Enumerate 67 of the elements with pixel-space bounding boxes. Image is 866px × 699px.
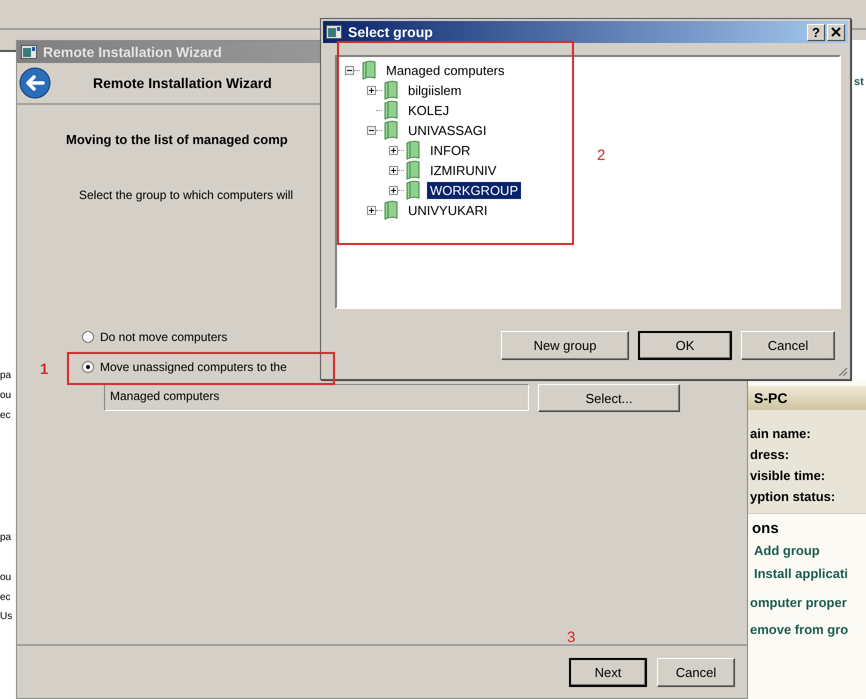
expander-icon[interactable]	[389, 186, 398, 194]
cut-text: ou	[0, 389, 12, 403]
book-icon	[382, 120, 400, 140]
expander-icon[interactable]	[367, 206, 376, 214]
cut-text: pa	[0, 531, 12, 545]
tree-item[interactable]: bilgiislem	[405, 82, 464, 98]
book-icon	[382, 100, 400, 120]
cut-text: st	[854, 76, 864, 88]
window-title: Remote Installation Wizard	[43, 44, 222, 60]
dialog-button[interactable]: OK	[638, 331, 732, 360]
computer-name-header: S-PC	[748, 386, 866, 410]
window-icon	[21, 45, 37, 59]
action-link[interactable]: Add group	[754, 543, 866, 558]
radio-button[interactable]	[82, 361, 94, 373]
field-label: dress:	[750, 446, 790, 464]
page-heading: Moving to the list of managed comp	[66, 132, 288, 147]
cut-text: pa	[0, 369, 12, 383]
close-icon[interactable]	[831, 27, 841, 37]
radio-option[interactable]: Move unassigned computers to the	[82, 360, 287, 374]
expander-icon[interactable]	[389, 166, 398, 174]
book-icon	[404, 160, 422, 180]
next-button[interactable]: Next	[569, 658, 647, 686]
dialog-title: Select group	[348, 24, 434, 40]
tree-item[interactable]: INFOR	[427, 142, 474, 158]
expander-icon[interactable]	[367, 86, 376, 94]
field-label: ain name:	[750, 425, 812, 443]
cut-text: Us	[0, 610, 12, 624]
section-title: ons	[752, 520, 780, 537]
expander-icon[interactable]	[367, 126, 376, 134]
step-number: 2	[597, 147, 606, 164]
tree-item[interactable]: KOLEJ	[405, 102, 452, 118]
back-icon[interactable]	[19, 67, 51, 99]
tree-item[interactable]: IZMIRUNIV	[427, 162, 500, 178]
radio-button[interactable]	[82, 331, 94, 343]
cancel-button[interactable]: Cancel	[657, 658, 735, 686]
expander-icon[interactable]	[345, 66, 354, 74]
book-icon	[360, 60, 378, 80]
book-icon	[404, 180, 422, 200]
tree-item[interactable]: Managed computers	[383, 62, 508, 78]
dialog-button[interactable]: Cancel	[741, 331, 835, 360]
field-label: visible time:	[750, 467, 826, 485]
book-icon	[382, 80, 400, 100]
cut-text: ec	[0, 409, 12, 423]
action-link[interactable]: omputer proper	[750, 595, 866, 610]
help-button[interactable]: ?	[807, 24, 825, 40]
description-text: Select the group to which computers will	[79, 188, 294, 202]
cut-text: ou	[0, 571, 12, 585]
wizard-header: Remote Installation Wizard	[93, 75, 272, 91]
action-link[interactable]: emove from gro	[750, 622, 866, 637]
group-field: Managed computers	[104, 384, 529, 411]
book-icon	[404, 140, 422, 160]
step-number: 3	[567, 629, 576, 646]
close-button[interactable]	[827, 24, 845, 40]
step-number: 1	[40, 361, 48, 378]
tree-item[interactable]: UNIVYUKARI	[405, 202, 490, 218]
tree-item[interactable]: WORKGROUP	[427, 182, 522, 198]
tree-item[interactable]: UNIVASSAGI	[405, 122, 490, 138]
select-button[interactable]: Select...	[538, 384, 680, 412]
book-icon	[382, 200, 400, 220]
field-label: yption status:	[750, 488, 836, 506]
action-link[interactable]: Install applicati	[754, 566, 866, 581]
window-icon	[326, 25, 342, 39]
dialog-button[interactable]: New group	[501, 331, 629, 360]
radio-option[interactable]: Do not move computers	[82, 330, 287, 344]
expander-icon[interactable]	[389, 146, 398, 154]
resize-grip-icon[interactable]	[836, 365, 848, 377]
cut-text: ec	[0, 591, 12, 605]
